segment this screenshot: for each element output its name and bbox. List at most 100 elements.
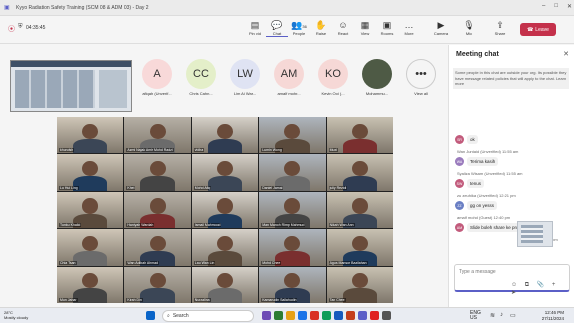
camera-icon: ▶	[437, 20, 445, 30]
system-clock[interactable]: 12:46 PM 27/11/2024	[528, 310, 564, 321]
more-icon: …	[404, 20, 414, 30]
sender-avatar[interactable]: ZZ	[455, 201, 464, 210]
pin-button[interactable]: ▤ Pin vid	[244, 19, 266, 36]
app-icon[interactable]	[382, 311, 391, 320]
app-icon[interactable]	[262, 311, 271, 320]
volume-icon[interactable]: ♪	[500, 312, 503, 318]
minimize-button[interactable]: –	[542, 3, 545, 10]
start-icon[interactable]	[146, 311, 155, 320]
participant-video-tile[interactable]: Kirah Din	[124, 266, 191, 303]
participant-body	[72, 138, 108, 154]
more-button[interactable]: … More	[398, 19, 420, 36]
participant-video-tile[interactable]: khurulsh	[57, 117, 124, 154]
shield-icon: ⛨	[18, 24, 23, 30]
participant-face	[351, 160, 368, 177]
phone-icon: ☎	[527, 26, 534, 33]
chat-button[interactable]: 💬 Chat	[266, 19, 288, 37]
participant-video-tile[interactable]: Daniel Jamal	[259, 154, 326, 191]
weather-widget[interactable]: 28°C Mostly cloudy	[4, 310, 28, 320]
participant-video-tile[interactable]: Haniyah Wardah	[124, 191, 191, 229]
composer-tools[interactable]: ☺ ⧉ 📎 + ➤	[511, 281, 569, 296]
app-icon[interactable]	[310, 311, 319, 320]
teams-icon[interactable]	[358, 311, 367, 320]
close-icon[interactable]: ✕	[563, 50, 569, 58]
taskbar-search[interactable]: ⌕ Search	[162, 310, 254, 322]
message-composer[interactable]: Type a message ☺ ⧉ 📎 + ➤	[454, 264, 570, 296]
sender-avatar[interactable]: SW	[455, 179, 464, 188]
participant-video-tile[interactable]: Kamarudin Sallahudin	[259, 266, 326, 303]
participant-video-tile[interactable]: juliy Rezidi	[326, 154, 393, 191]
message-input[interactable]: Type a message	[459, 269, 496, 275]
close-window-button[interactable]: ✕	[567, 3, 572, 10]
participant-face	[217, 198, 233, 214]
participant-video-tile[interactable]: Agus Mansor Bazilahan	[326, 229, 393, 266]
folder-icon[interactable]	[286, 311, 295, 320]
participant-face	[82, 273, 99, 289]
app-icon[interactable]	[274, 311, 283, 320]
participant-video-tile[interactable]: Chia Tsan	[57, 229, 124, 266]
language-indicator[interactable]: ENG US	[470, 311, 481, 321]
sender-avatar[interactable]: SR	[455, 135, 464, 144]
share-icon: ⇪	[496, 20, 504, 30]
participant-video-tile[interactable]: Lau Wan Lin	[191, 229, 259, 266]
message-bubble[interactable]: ok	[467, 135, 478, 144]
powerpoint-icon[interactable]	[346, 311, 355, 320]
participant-face	[351, 198, 368, 214]
participant-name: Mohd Afiq	[193, 185, 212, 190]
participant-video-tile[interactable]: Lu Hui Ling	[57, 154, 124, 191]
participant-video-tile[interactable]: Khei	[124, 154, 191, 191]
leave-button[interactable]: ☎ Leave	[520, 23, 556, 36]
avatar[interactable]: AM	[274, 59, 304, 89]
wifi-icon[interactable]: ≋	[490, 312, 495, 319]
participant-video-tile[interactable]: vidha	[191, 117, 259, 154]
participant-video-tile[interactable]: Mohd Afiq	[191, 154, 259, 191]
avatar[interactable]: KO	[318, 59, 348, 89]
camera-button[interactable]: ▶ Camera	[430, 19, 452, 36]
rooms-button[interactable]: ▣ Rooms	[376, 19, 398, 36]
message-bubble[interactable]: gg on yesss	[467, 201, 498, 210]
participant-video-tile[interactable]: Lumin Wong	[259, 117, 326, 154]
participant-video-tile[interactable]: Wan Adibah Ahmad	[124, 229, 191, 266]
pdf-icon[interactable]	[370, 311, 379, 320]
message-bubble[interactable]: Terima kasih	[467, 157, 499, 166]
share-button[interactable]: ⇪ Share	[489, 19, 511, 36]
people-button[interactable]: 👥36 People	[288, 19, 310, 36]
app-icon[interactable]	[322, 311, 331, 320]
mic-button[interactable]: 🎙 Mic	[458, 19, 480, 36]
avatar[interactable]: A	[142, 59, 172, 89]
avatar-name: Lim Ai War...	[233, 91, 257, 96]
participant-video-tile[interactable]: Ismail Mahmood	[191, 191, 259, 229]
sender-avatar[interactable]: AM	[455, 223, 464, 232]
view-button[interactable]: ▦ View	[354, 19, 376, 36]
participant-name: Mun Jahar	[59, 298, 78, 302]
message-bubble[interactable]: Slide boleh share ke pn	[467, 223, 521, 232]
participant-face	[217, 235, 233, 252]
battery-icon[interactable]: ▭	[510, 312, 516, 319]
view-all-button[interactable]: •••	[406, 59, 436, 89]
participant-body	[207, 288, 243, 303]
participant-video-tile[interactable]: Man Manoh Rimp Mahmud	[259, 191, 326, 229]
word-icon[interactable]	[334, 311, 343, 320]
edge-icon[interactable]	[298, 311, 307, 320]
participant-video-tile[interactable]: Tunku Khalid	[57, 191, 124, 229]
participant-video-tile[interactable]: Tan Chee	[326, 266, 393, 303]
participant-video-tile[interactable]: Muxi	[326, 117, 393, 154]
participant-video-tile[interactable]: Mun Jahar	[57, 266, 124, 303]
screen-share-preview[interactable]	[10, 60, 132, 112]
external-org-notice: Some people in this chat are outside you…	[453, 68, 569, 89]
avatar-photo[interactable]	[362, 59, 392, 89]
maximize-button[interactable]: □	[554, 3, 558, 10]
avatar[interactable]: CC	[186, 59, 216, 89]
raise-hand-button[interactable]: ✋ Raise	[310, 19, 332, 36]
participant-video-tile[interactable]: Azmi Najak Amir Mohd Radzi	[124, 117, 191, 154]
participant-video-tile[interactable]: Mohd Chee	[259, 229, 326, 266]
shared-image-attachment[interactable]	[517, 221, 553, 247]
react-button[interactable]: ☺ React	[332, 19, 354, 36]
participant-video-tile[interactable]: Nurzalina	[191, 266, 259, 303]
participant-video-tile[interactable]: Nikah Wan Ann	[326, 191, 393, 229]
sender-avatar[interactable]: WA	[455, 157, 464, 166]
participant-face	[82, 160, 99, 177]
avatar[interactable]: LW	[230, 59, 260, 89]
people-icon: 👥36	[291, 20, 307, 30]
message-bubble[interactable]: tenus	[467, 179, 485, 188]
